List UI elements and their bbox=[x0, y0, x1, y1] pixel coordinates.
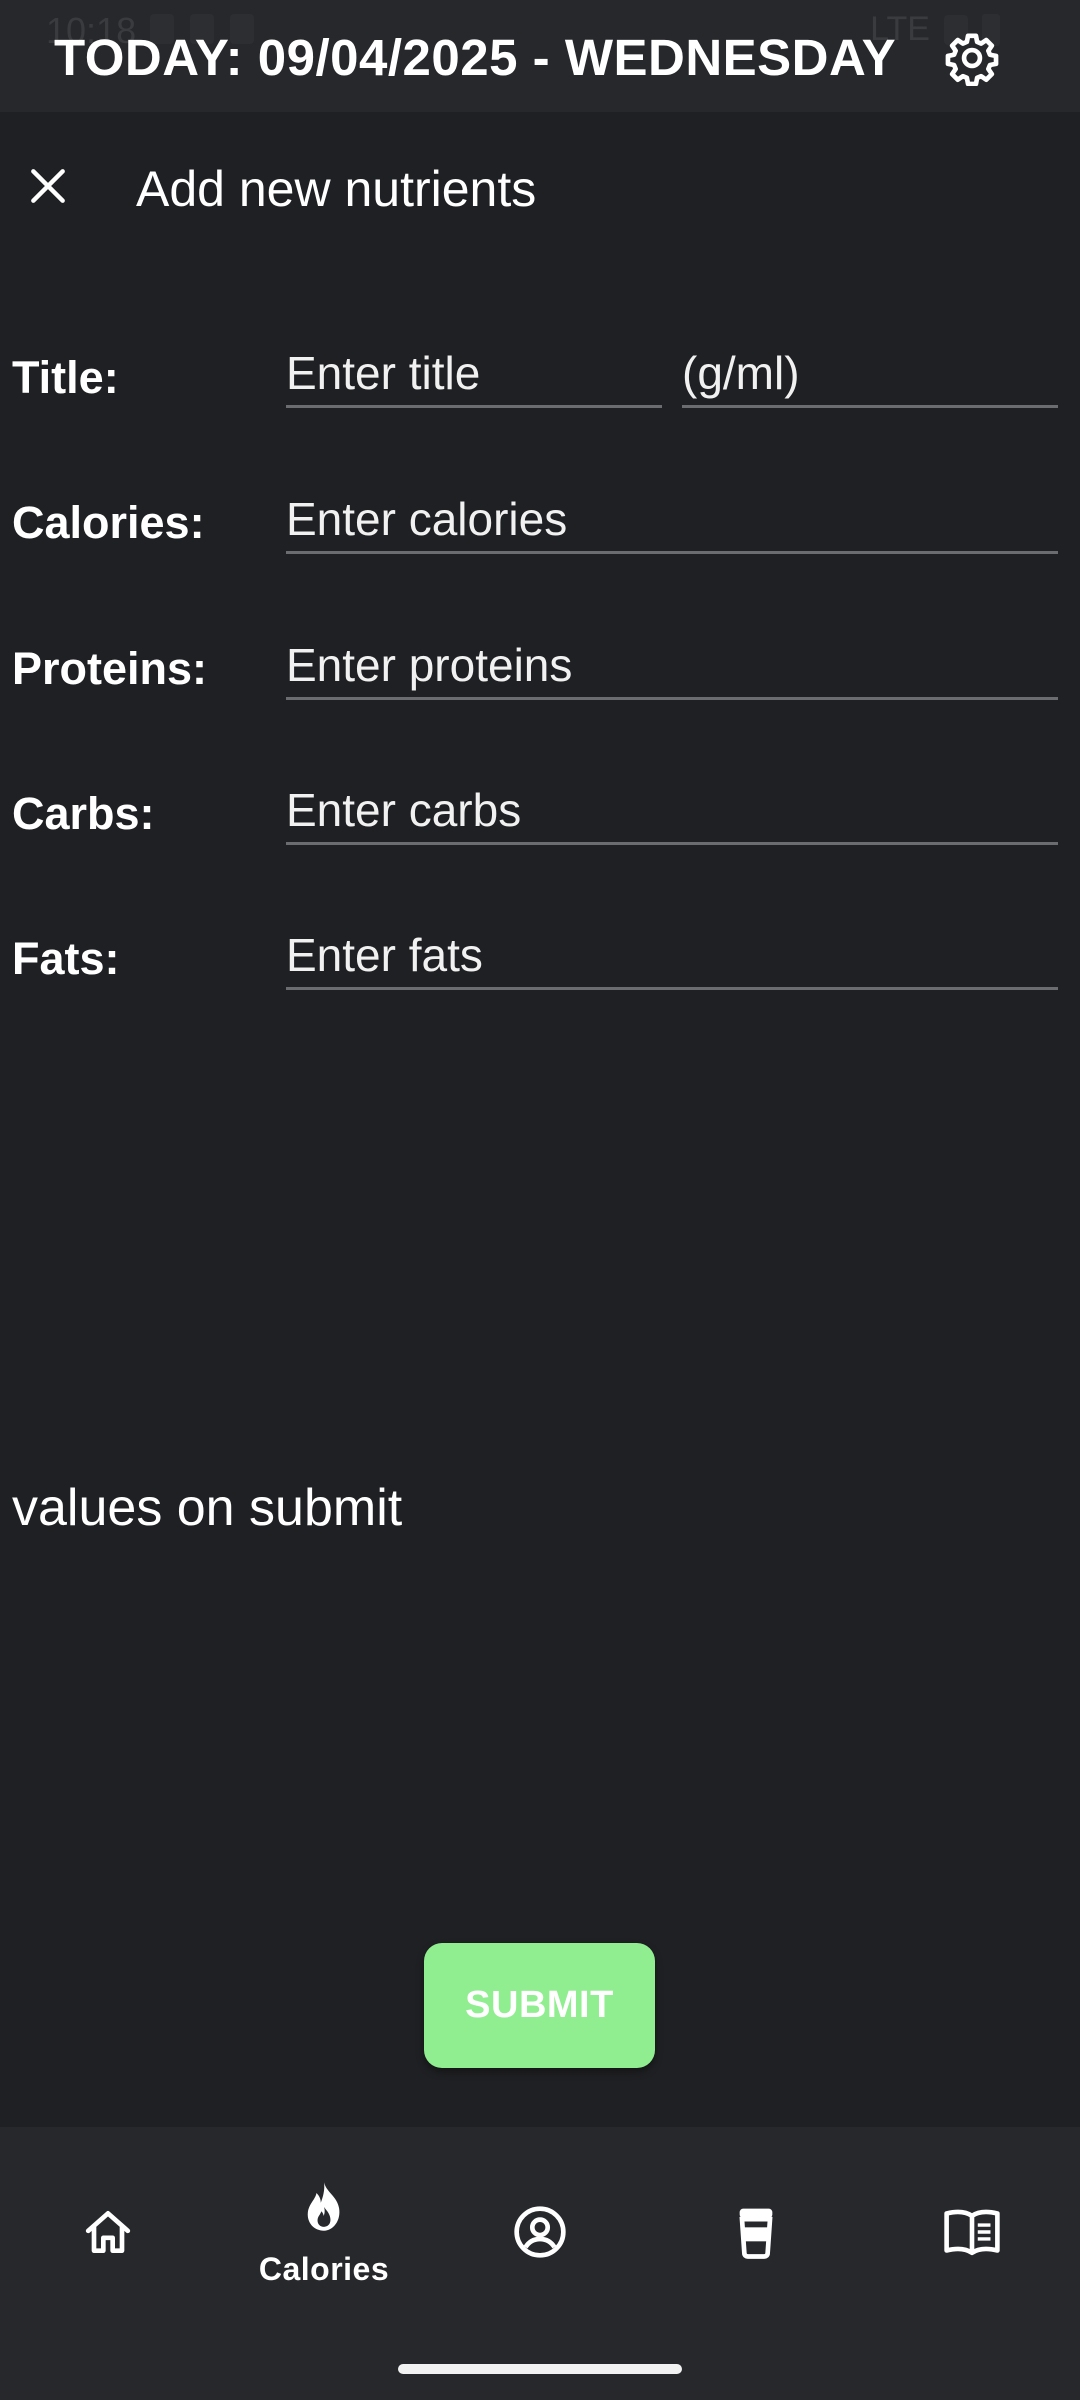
bottom-navigation: Calories bbox=[0, 2127, 1080, 2400]
close-button[interactable] bbox=[22, 160, 74, 212]
calories-field[interactable] bbox=[286, 490, 1058, 554]
home-icon bbox=[78, 2202, 138, 2262]
gear-icon bbox=[945, 33, 999, 86]
fats-input[interactable] bbox=[286, 928, 1058, 982]
title-field[interactable] bbox=[286, 344, 662, 408]
settings-button[interactable] bbox=[944, 30, 1000, 86]
cup-icon bbox=[726, 2202, 786, 2262]
top-app-bar: 10:18 LTE TODAY: 09/04/2025 - WEDNESDAY bbox=[0, 0, 1080, 112]
calories-input[interactable] bbox=[286, 492, 1058, 546]
nav-item-home[interactable] bbox=[0, 2127, 216, 2337]
carbs-input[interactable] bbox=[286, 783, 1058, 837]
title-label: Title: bbox=[12, 352, 119, 403]
proteins-input[interactable] bbox=[286, 638, 1058, 692]
dialog-title: Add new nutrients bbox=[136, 161, 537, 217]
nav-item-calories[interactable]: Calories bbox=[216, 2127, 432, 2337]
calories-label: Calories: bbox=[12, 497, 205, 548]
nav-label-calories: Calories bbox=[258, 2250, 390, 2287]
close-icon bbox=[31, 169, 65, 203]
nav-item-drinks[interactable] bbox=[648, 2127, 864, 2337]
fats-label: Fats: bbox=[12, 933, 120, 984]
values-on-submit-text: values on submit bbox=[12, 1479, 403, 1537]
unit-field[interactable] bbox=[682, 344, 1058, 408]
unit-input[interactable] bbox=[682, 346, 1058, 400]
proteins-label: Proteins: bbox=[12, 643, 208, 694]
book-icon bbox=[942, 2202, 1002, 2262]
fats-field[interactable] bbox=[286, 926, 1058, 990]
home-indicator[interactable] bbox=[398, 2364, 682, 2374]
date-title: TODAY: 09/04/2025 - WEDNESDAY bbox=[54, 29, 897, 86]
flame-icon bbox=[294, 2177, 354, 2237]
proteins-field[interactable] bbox=[286, 636, 1058, 700]
profile-icon bbox=[510, 2202, 570, 2262]
carbs-field[interactable] bbox=[286, 781, 1058, 845]
title-input[interactable] bbox=[286, 346, 662, 400]
app-root: 10:18 LTE TODAY: 09/04/2025 - WEDNESDAY bbox=[0, 0, 1080, 2400]
nav-item-profile[interactable] bbox=[432, 2127, 648, 2337]
nav-item-journal[interactable] bbox=[864, 2127, 1080, 2337]
submit-button[interactable]: SUBMIT bbox=[424, 1943, 655, 2068]
carbs-label: Carbs: bbox=[12, 788, 155, 839]
